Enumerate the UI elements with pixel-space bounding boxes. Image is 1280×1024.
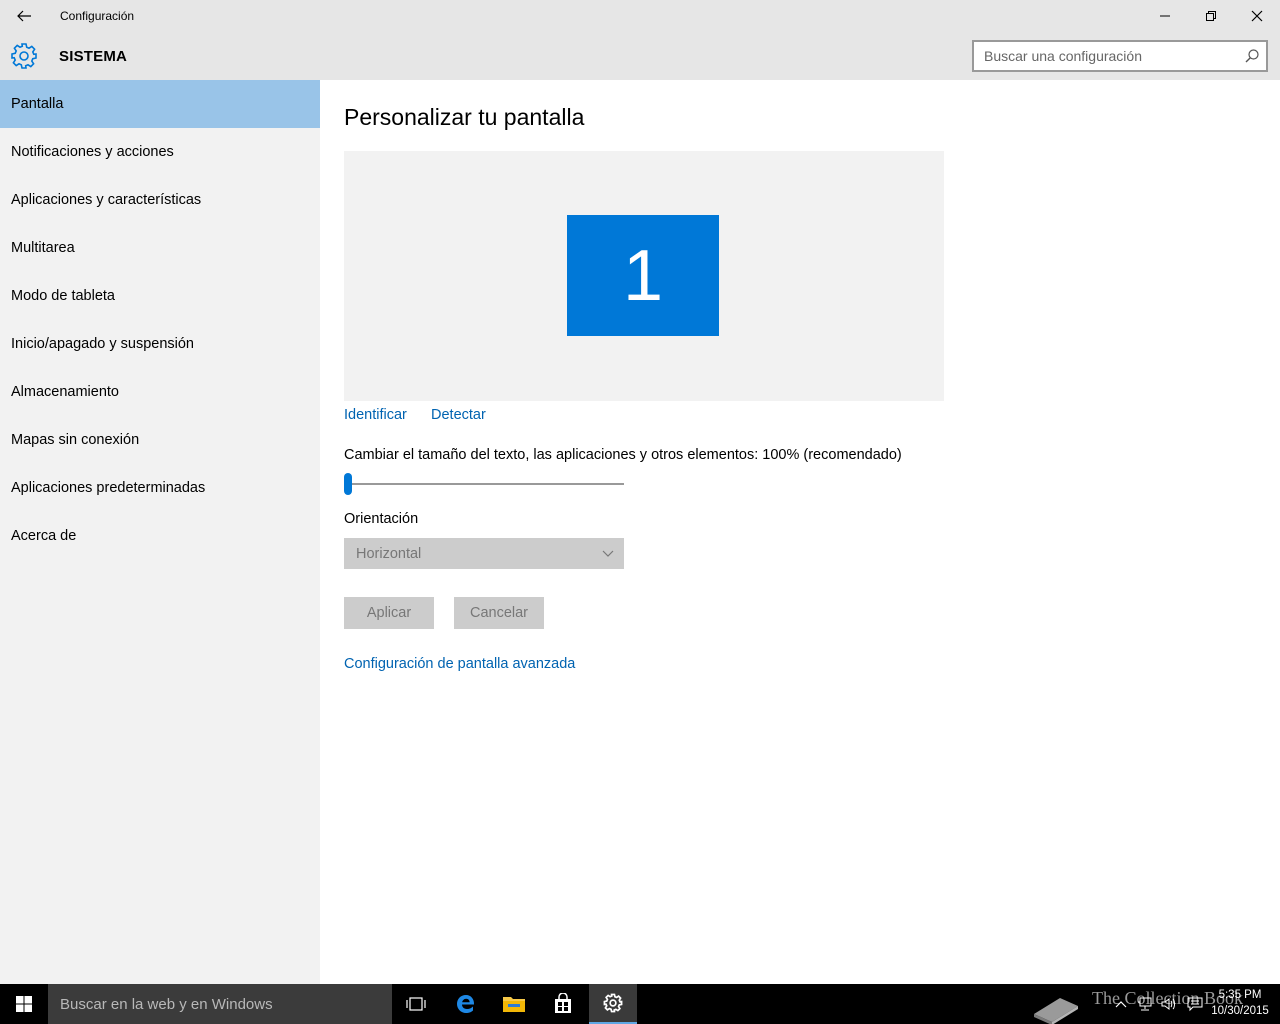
settings-app-icon[interactable] xyxy=(589,984,637,1024)
minimize-icon[interactable] xyxy=(1142,0,1188,32)
sidebar-item-inicio-apagado[interactable]: Inicio/apagado y suspensión xyxy=(0,320,320,368)
sidebar-item-almacenamiento[interactable]: Almacenamiento xyxy=(0,368,320,416)
sidebar-item-acerca-de[interactable]: Acerca de xyxy=(0,512,320,560)
sidebar-item-multitarea[interactable]: Multitarea xyxy=(0,224,320,272)
taskbar-clock[interactable]: 5:35 PM 10/30/2015 xyxy=(1208,987,1272,1019)
identify-link[interactable]: Identificar xyxy=(344,407,407,423)
taskbar-search-box[interactable]: Buscar en la web y en Windows xyxy=(48,984,392,1024)
settings-search-box[interactable] xyxy=(972,40,1268,72)
close-icon[interactable] xyxy=(1234,0,1280,32)
cancel-button[interactable]: Cancelar xyxy=(454,597,544,629)
back-arrow-icon[interactable] xyxy=(8,0,40,32)
page-title: Personalizar tu pantalla xyxy=(344,104,585,130)
apply-button[interactable]: Aplicar xyxy=(344,597,434,629)
advanced-display-settings-link[interactable]: Configuración de pantalla avanzada xyxy=(344,656,575,672)
orientation-value: Horizontal xyxy=(356,545,422,562)
slider-track[interactable] xyxy=(344,483,624,485)
scale-label: Cambiar el tamaño del texto, las aplicac… xyxy=(344,447,902,463)
edge-browser-icon[interactable] xyxy=(442,984,490,1024)
sidebar-item-mapas[interactable]: Mapas sin conexión xyxy=(0,416,320,464)
chevron-up-icon[interactable] xyxy=(1112,984,1130,1024)
display-arrangement-area: 1 xyxy=(344,151,944,401)
action-center-icon[interactable] xyxy=(1184,984,1206,1024)
search-icon[interactable] xyxy=(1244,48,1260,69)
sidebar-item-notificaciones[interactable]: Notificaciones y acciones xyxy=(0,128,320,176)
sidebar-item-modo-tableta[interactable]: Modo de tableta xyxy=(0,272,320,320)
sidebar: Pantalla Notificaciones y acciones Aplic… xyxy=(0,80,320,984)
monitor-tile[interactable]: 1 xyxy=(567,215,719,336)
scale-slider[interactable] xyxy=(344,473,624,495)
windows-start-icon[interactable] xyxy=(0,984,48,1024)
task-view-icon[interactable] xyxy=(392,984,440,1024)
window-title: Configuración xyxy=(60,9,135,23)
section-title: SISTEMA xyxy=(59,48,128,65)
sidebar-item-apps-predeterminadas[interactable]: Aplicaciones predeterminadas xyxy=(0,464,320,512)
chevron-down-icon xyxy=(602,547,614,563)
sidebar-item-aplicaciones[interactable]: Aplicaciones y características xyxy=(0,176,320,224)
slider-thumb[interactable] xyxy=(344,473,352,495)
book-watermark-icon xyxy=(1030,984,1084,1024)
taskbar: Buscar en la web y en Windows The Collec… xyxy=(0,984,1280,1024)
file-explorer-icon[interactable] xyxy=(490,984,538,1024)
clock-time: 5:35 PM xyxy=(1218,989,1262,1001)
main-content: Personalizar tu pantalla 1 Identificar D… xyxy=(320,80,1280,984)
detect-link[interactable]: Detectar xyxy=(431,407,486,423)
clock-date: 10/30/2015 xyxy=(1211,1005,1269,1017)
sidebar-item-pantalla[interactable]: Pantalla xyxy=(0,80,320,128)
title-bar: Configuración xyxy=(0,0,1280,32)
settings-header: SISTEMA xyxy=(0,32,1280,80)
orientation-dropdown[interactable]: Horizontal xyxy=(344,538,624,569)
store-icon[interactable] xyxy=(539,984,587,1024)
network-icon[interactable] xyxy=(1134,984,1156,1024)
search-input[interactable] xyxy=(974,42,1234,70)
restore-icon[interactable] xyxy=(1188,0,1234,32)
orientation-label: Orientación xyxy=(344,511,419,527)
volume-icon[interactable] xyxy=(1158,984,1180,1024)
gear-icon xyxy=(10,42,38,70)
